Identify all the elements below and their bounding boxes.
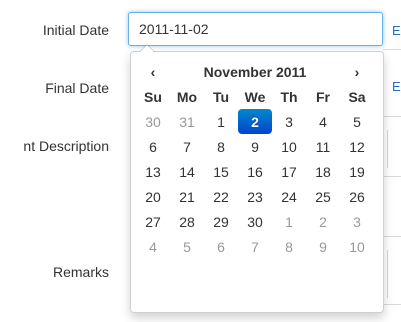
calendar-day[interactable]: 26 [340, 184, 374, 209]
calendar-day[interactable]: 3 [272, 109, 306, 134]
calendar-day[interactable]: 1 [204, 109, 238, 134]
final-date-side-button[interactable]: E [392, 80, 401, 93]
remarks-label: Remarks [52, 264, 109, 280]
final-date-label: Final Date [45, 80, 109, 96]
weekday-header: Th [280, 88, 298, 105]
calendar-day[interactable]: 23 [238, 184, 272, 209]
weekday-header: Su [144, 88, 162, 105]
calendar-day[interactable]: 8 [204, 134, 238, 159]
calendar-day-next-month[interactable]: 9 [306, 234, 340, 259]
calendar-day-next-month[interactable]: 1 [272, 209, 306, 234]
calendar-table: ‹ November 2011 › Su Mo Tu We Th Fr Sa 3… [136, 59, 374, 259]
calendar-day[interactable]: 9 [238, 134, 272, 159]
datepicker-dropdown: ‹ November 2011 › Su Mo Tu We Th Fr Sa 3… [130, 44, 384, 313]
description-field-right-edge [387, 130, 388, 168]
calendar-day-selected[interactable]: 2 [238, 109, 272, 134]
prev-month-button[interactable]: ‹ [136, 59, 170, 84]
calendar-day[interactable]: 17 [272, 159, 306, 184]
calendar-day[interactable]: 12 [340, 134, 374, 159]
calendar-day[interactable]: 16 [238, 159, 272, 184]
calendar-day[interactable]: 13 [136, 159, 170, 184]
calendar-day-next-month[interactable]: 2 [306, 209, 340, 234]
calendar-day-next-month[interactable]: 8 [272, 234, 306, 259]
calendar-day[interactable]: 4 [306, 109, 340, 134]
calendar-day[interactable]: 30 [238, 209, 272, 234]
calendar-day[interactable]: 14 [170, 159, 204, 184]
calendar-day[interactable]: 10 [272, 134, 306, 159]
next-month-button[interactable]: › [340, 59, 374, 84]
calendar-day[interactable]: 5 [340, 109, 374, 134]
calendar-week-row: 27 28 29 30 1 2 3 [136, 209, 374, 234]
final-date-field-edge[interactable] [383, 49, 401, 50]
calendar-day-next-month[interactable]: 6 [204, 234, 238, 259]
calendar-day-next-month[interactable]: 7 [238, 234, 272, 259]
description-field-edge[interactable] [383, 116, 401, 117]
calendar-day-prev-month[interactable]: 30 [136, 109, 170, 134]
calendar-day[interactable]: 18 [306, 159, 340, 184]
calendar-week-row: 13 14 15 16 17 18 19 [136, 159, 374, 184]
remarks-field-edge[interactable] [383, 236, 401, 237]
initial-date-input[interactable] [128, 12, 383, 46]
month-year-switch[interactable]: November 2011 [170, 59, 340, 84]
calendar-week-row: 4 5 6 7 8 9 10 [136, 234, 374, 259]
description-label: nt Description [23, 138, 109, 154]
calendar-day-next-month[interactable]: 10 [340, 234, 374, 259]
remarks-field-bottom-edge [383, 304, 401, 305]
weekday-header: Sa [348, 88, 366, 105]
calendar-day[interactable]: 20 [136, 184, 170, 209]
weekday-header: Mo [176, 88, 198, 105]
description-field-bottom-edge [383, 176, 401, 177]
initial-date-label: Initial Date [42, 22, 109, 38]
weekday-header: Tu [212, 88, 230, 105]
calendar-week-row: 30 31 1 2 3 4 5 [136, 109, 374, 134]
calendar-day[interactable]: 19 [340, 159, 374, 184]
calendar-day[interactable]: 22 [204, 184, 238, 209]
calendar-day[interactable]: 28 [170, 209, 204, 234]
calendar-day[interactable]: 11 [306, 134, 340, 159]
calendar-day-next-month[interactable]: 4 [136, 234, 170, 259]
calendar-day-prev-month[interactable]: 31 [170, 109, 204, 134]
calendar-day[interactable]: 21 [170, 184, 204, 209]
calendar-day[interactable]: 7 [170, 134, 204, 159]
calendar-day[interactable]: 25 [306, 184, 340, 209]
calendar-week-row: 6 7 8 9 10 11 12 [136, 134, 374, 159]
calendar-day-next-month[interactable]: 3 [340, 209, 374, 234]
calendar-week-row: 20 21 22 23 24 25 26 [136, 184, 374, 209]
calendar-day[interactable]: 15 [204, 159, 238, 184]
weekday-header: We [244, 88, 266, 105]
initial-date-side-button[interactable]: E [392, 24, 401, 37]
calendar-day[interactable]: 6 [136, 134, 170, 159]
calendar-day-next-month[interactable]: 5 [170, 234, 204, 259]
calendar-day[interactable]: 24 [272, 184, 306, 209]
remarks-field-right-edge [387, 250, 388, 298]
calendar-day[interactable]: 29 [204, 209, 238, 234]
calendar-day[interactable]: 27 [136, 209, 170, 234]
weekday-header: Fr [316, 88, 330, 105]
